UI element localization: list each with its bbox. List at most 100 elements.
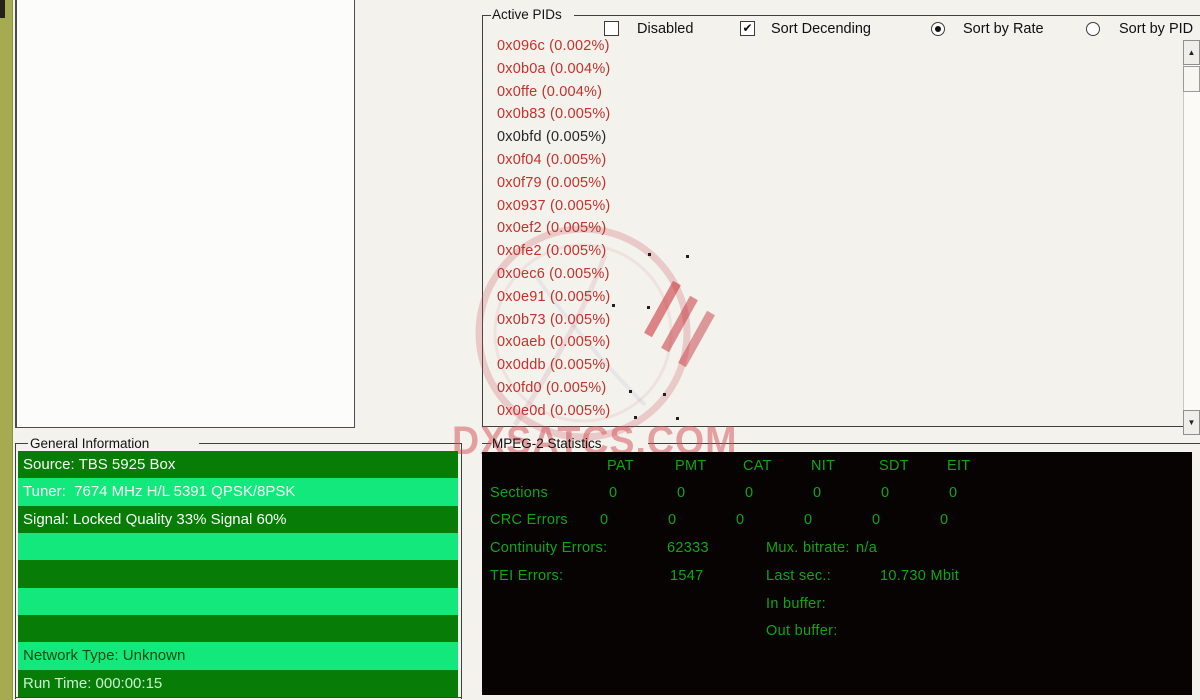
groupbox-border [482,15,491,16]
out-buffer-label: Out buffer: [766,623,838,639]
mpeg2-statistics-panel: PATPMTCATNITSDTEIT Sections 000000 CRC E… [482,452,1192,695]
active-pids-group-title: Active PIDs [492,7,562,22]
sort-by-pid-radio[interactable] [1086,22,1100,36]
pid-list-item[interactable]: 0x0ec6 (0.005%) [497,266,707,289]
stats-column-header: CAT [743,458,811,474]
disabled-checkbox-label[interactable]: Disabled [637,21,693,37]
info-bar: Source: TBS 5925 Box [18,451,458,478]
groupbox-border [15,443,28,444]
groupbox-border [482,426,1200,427]
groupbox-border [15,443,16,699]
sections-row: Sections 000000 [490,485,1017,501]
pid-list-item[interactable]: 0x0e91 (0.005%) [497,289,707,312]
groupbox-border [574,15,1200,16]
info-bar [18,560,458,587]
pid-list-item[interactable]: 0x0ddb (0.005%) [497,357,707,380]
stats-column-headers: PATPMTCATNITSDTEIT [607,458,1015,474]
stats-column-header: PAT [607,458,675,474]
stats-column-header: NIT [811,458,879,474]
pid-list-scrollbar-thumb[interactable] [1183,66,1200,92]
info-bar: Network Type: Unknown [18,642,458,669]
info-bar: Signal: Locked Quality 33% Signal 60% [18,506,458,533]
sections-value: 0 [609,485,677,501]
sort-by-rate-radio-label[interactable]: Sort by Rate [963,21,1044,37]
mux-bitrate-value: n/a [856,540,877,556]
scrollbar-down-button[interactable]: ▼ [1183,410,1200,435]
info-bar [18,588,458,615]
crc-errors-values: 000000 [600,512,1008,528]
last-sec-label: Last sec.: [766,568,831,584]
sections-value: 0 [813,485,881,501]
sort-descending-checkbox[interactable]: ✔ [740,21,755,36]
info-bar [18,615,458,642]
info-bar [18,533,458,560]
crc-errors-row: CRC Errors 000000 [490,512,1008,528]
pid-list-item[interactable]: 0x0fd0 (0.005%) [497,380,707,403]
continuity-errors-label: Continuity Errors: [490,540,607,556]
sort-by-rate-radio[interactable] [931,22,945,36]
scroll-up-arrow-icon: ▲ [1188,48,1196,57]
pid-list-item[interactable]: 0x0f79 (0.005%) [497,175,707,198]
crc-errors-value: 0 [872,512,940,528]
pid-list-item[interactable]: 0x0b0a (0.004%) [497,61,707,84]
stats-column-header: PMT [675,458,743,474]
sort-by-pid-radio-label[interactable]: Sort by PID [1119,21,1193,37]
groupbox-border [15,697,462,698]
sections-label: Sections [490,485,609,501]
pid-list-item[interactable]: 0x0e0d (0.005%) [497,403,707,426]
analyzer-window: DXSATCS.COM Active PIDs Disabled ✔ Sort … [0,0,1200,700]
in-buffer-label: In buffer: [766,596,826,612]
crc-errors-value: 0 [736,512,804,528]
crc-errors-label: CRC Errors [490,512,600,528]
info-bar: Run Time: 000:00:15 [18,670,458,697]
general-information-rows: Source: TBS 5925 Box Tuner: 7674 MHz H/L… [18,451,458,697]
pid-list-item[interactable]: 0x0fe2 (0.005%) [497,243,707,266]
empty-list-panel[interactable] [15,0,355,428]
pid-list-item[interactable]: 0x0aeb (0.005%) [497,334,707,357]
pid-list-item[interactable]: 0x0ef2 (0.005%) [497,220,707,243]
edge-artifact [0,0,5,18]
pid-list-item[interactable]: 0x0ffe (0.004%) [497,84,707,107]
mpeg2-statistics-group-title: MPEG-2 Statistics [492,436,602,451]
groupbox-border [482,15,483,426]
pid-list-item[interactable]: 0x096c (0.002%) [497,38,707,61]
groupbox-border [461,443,462,699]
mux-bitrate-label: Mux. bitrate: [766,540,850,556]
sections-values: 000000 [609,485,1017,501]
groupbox-border [199,443,462,444]
scrollbar-up-button[interactable]: ▲ [1183,40,1200,65]
stats-header-row: PATPMTCATNITSDTEIT [490,458,1015,474]
window-edge-strip [0,0,13,700]
pid-list-item[interactable]: 0x0f04 (0.005%) [497,152,707,175]
info-bar: Tuner: 7674 MHz H/L 5391 QPSK/8PSK [18,478,458,505]
disabled-checkbox[interactable] [604,21,619,36]
tei-errors-value: 1547 [670,568,703,584]
crc-errors-value: 0 [804,512,872,528]
groupbox-border [648,443,1200,444]
tei-errors-label: TEI Errors: [490,568,563,584]
radio-selected-dot-icon [935,26,941,32]
general-information-group-title: General Information [30,436,149,451]
continuity-errors-value: 62333 [667,540,709,556]
pid-list-item[interactable]: 0x0b73 (0.005%) [497,312,707,335]
stats-column-header: EIT [947,458,1015,474]
stats-header-spacer [490,458,607,474]
pid-list-item[interactable]: 0x0bfd (0.005%) [497,129,707,152]
crc-errors-value: 0 [600,512,668,528]
sections-value: 0 [881,485,949,501]
pid-list-item[interactable]: 0x0937 (0.005%) [497,198,707,221]
sort-descending-checkbox-label[interactable]: Sort Decending [771,21,871,37]
last-sec-value: 10.730 Mbit [880,568,959,584]
scroll-down-arrow-icon: ▼ [1188,418,1196,427]
sections-value: 0 [949,485,1017,501]
sections-value: 0 [745,485,813,501]
crc-errors-value: 0 [940,512,1008,528]
sections-value: 0 [677,485,745,501]
active-pid-list: 0x096c (0.002%) 0x0b0a (0.004%) 0x0ffe (… [497,38,707,426]
pid-list-scrollbar-track[interactable] [1183,40,1200,435]
groupbox-border [482,443,491,444]
pid-list-item[interactable]: 0x0b83 (0.005%) [497,106,707,129]
crc-errors-value: 0 [668,512,736,528]
stats-column-header: SDT [879,458,947,474]
checkmark-icon: ✔ [742,22,752,34]
